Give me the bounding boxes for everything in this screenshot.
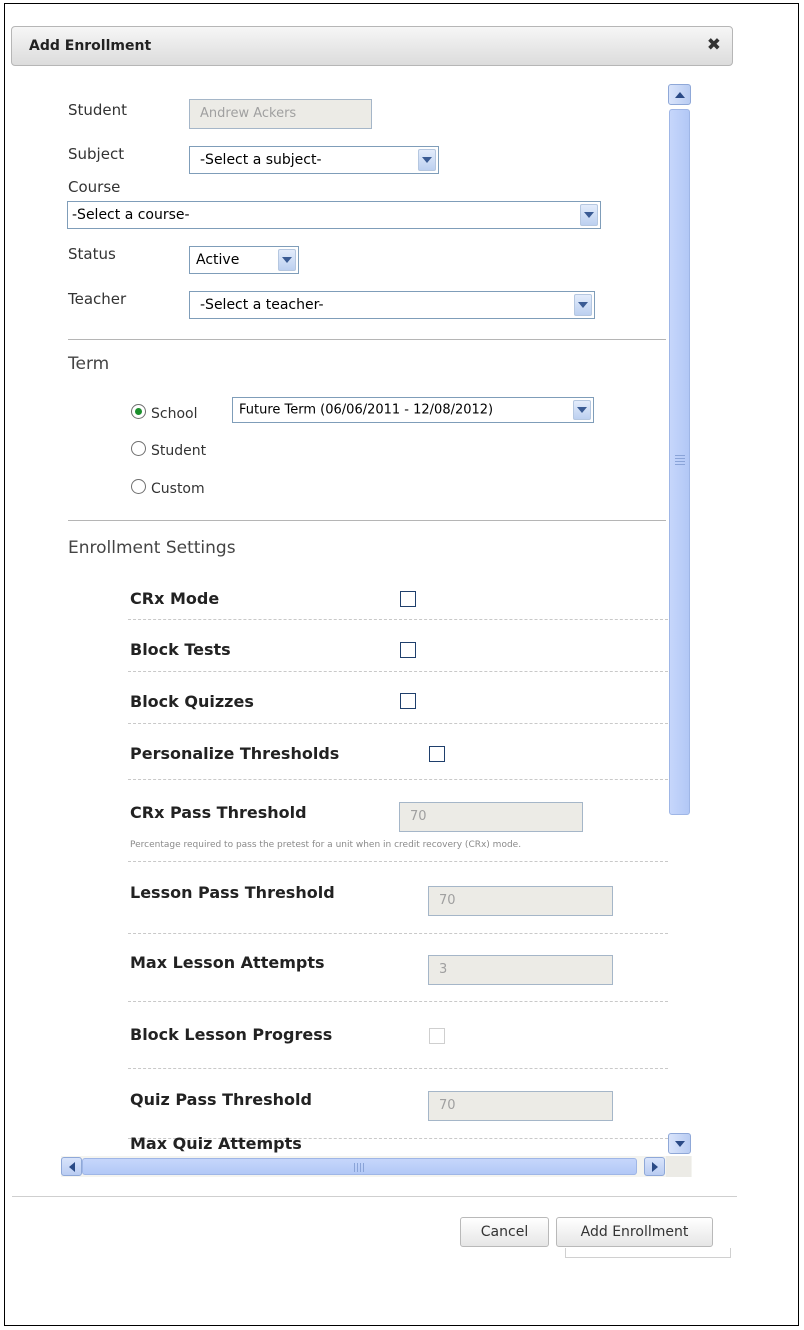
chevron-down-icon[interactable] <box>580 204 598 226</box>
radio-custom-label: Custom <box>151 481 205 497</box>
radio-student-label: Student <box>151 443 207 459</box>
block-tests-label: Block Tests <box>130 640 231 659</box>
max-quiz-attempts-label: Max Quiz Attempts <box>130 1134 302 1153</box>
course-select-value: -Select a course- <box>72 207 190 223</box>
vertical-scrollbar-thumb[interactable] <box>669 109 690 815</box>
separator <box>128 671 668 672</box>
quiz-pass-threshold-field: 70 <box>428 1091 613 1121</box>
quiz-pass-threshold-label: Quiz Pass Threshold <box>130 1090 312 1109</box>
status-select[interactable]: Active <box>189 246 299 274</box>
scrollbar-corner <box>666 1156 691 1177</box>
enrollment-settings-heading: Enrollment Settings <box>68 538 236 558</box>
crx-mode-label: CRx Mode <box>130 589 220 608</box>
term-select-value: Future Term (06/06/2011 - 12/08/2012) <box>239 402 494 418</box>
block-lesson-progress-label: Block Lesson Progress <box>130 1025 333 1044</box>
block-lesson-progress-checkbox <box>429 1028 445 1044</box>
course-select[interactable]: -Select a course- <box>67 201 601 229</box>
crx-pass-threshold-hint: Percentage required to pass the pretest … <box>130 840 522 850</box>
arrow-right-icon <box>651 1161 658 1172</box>
teacher-select[interactable]: -Select a teacher- <box>189 291 595 319</box>
footer-divider <box>12 1196 737 1197</box>
subject-label: Subject <box>68 145 125 163</box>
separator <box>128 1001 668 1002</box>
personalize-thresholds-label: Personalize Thresholds <box>130 744 340 763</box>
radio-school-label: School <box>151 406 198 422</box>
chevron-down-icon[interactable] <box>418 149 436 171</box>
scroll-right-button[interactable] <box>644 1157 665 1176</box>
separator <box>128 723 668 724</box>
term-select[interactable]: Future Term (06/06/2011 - 12/08/2012) <box>232 397 594 423</box>
button-shadow <box>565 1248 731 1258</box>
grip-icon <box>354 1163 364 1172</box>
term-heading: Term <box>68 354 110 374</box>
chevron-down-icon[interactable] <box>574 294 592 316</box>
status-select-value: Active <box>196 252 240 268</box>
arrow-left-icon <box>68 1161 75 1172</box>
personalize-thresholds-checkbox[interactable] <box>429 746 445 762</box>
close-icon[interactable]: ✖ <box>707 35 721 55</box>
subject-select-value: -Select a subject- <box>200 152 322 168</box>
block-tests-checkbox[interactable] <box>400 642 416 658</box>
subject-select[interactable]: -Select a subject- <box>189 146 439 174</box>
block-quizzes-checkbox[interactable] <box>400 693 416 709</box>
student-label: Student <box>68 101 128 119</box>
block-quizzes-label: Block Quizzes <box>130 692 254 711</box>
lesson-pass-threshold-field: 70 <box>428 886 613 916</box>
scroll-left-button[interactable] <box>61 1157 82 1176</box>
arrow-down-icon <box>674 1140 685 1147</box>
radio-custom[interactable] <box>131 479 146 494</box>
chevron-down-icon[interactable] <box>573 400 591 420</box>
divider <box>68 339 666 340</box>
radio-student[interactable] <box>131 441 146 456</box>
teacher-select-value: -Select a teacher- <box>200 297 324 313</box>
separator <box>128 1068 668 1069</box>
separator <box>128 861 668 862</box>
crx-pass-threshold-label: CRx Pass Threshold <box>130 803 307 822</box>
max-lesson-attempts-field: 3 <box>428 955 613 985</box>
course-label: Course <box>68 178 121 196</box>
add-enrollment-button[interactable]: Add Enrollment <box>556 1217 713 1247</box>
divider <box>68 520 666 521</box>
crx-pass-threshold-field: 70 <box>399 802 583 832</box>
max-lesson-attempts-label: Max Lesson Attempts <box>130 953 325 972</box>
teacher-label: Teacher <box>68 290 127 308</box>
grip-icon <box>675 455 685 465</box>
dialog-title: Add Enrollment <box>29 38 152 54</box>
separator <box>128 619 668 620</box>
crx-mode-checkbox[interactable] <box>400 591 416 607</box>
radio-school[interactable] <box>131 404 146 419</box>
chevron-down-icon[interactable] <box>278 249 296 271</box>
scroll-up-button[interactable] <box>668 84 691 105</box>
separator <box>128 779 668 780</box>
lesson-pass-threshold-label: Lesson Pass Threshold <box>130 883 335 902</box>
arrow-up-icon <box>674 91 685 98</box>
horizontal-scrollbar-thumb[interactable] <box>82 1158 637 1175</box>
cancel-button[interactable]: Cancel <box>460 1217 549 1247</box>
status-label: Status <box>68 245 116 263</box>
student-field: Andrew Ackers <box>189 99 372 129</box>
dialog-titlebar: Add Enrollment ✖ <box>11 26 733 66</box>
scroll-down-button[interactable] <box>668 1133 691 1154</box>
separator <box>128 933 668 934</box>
